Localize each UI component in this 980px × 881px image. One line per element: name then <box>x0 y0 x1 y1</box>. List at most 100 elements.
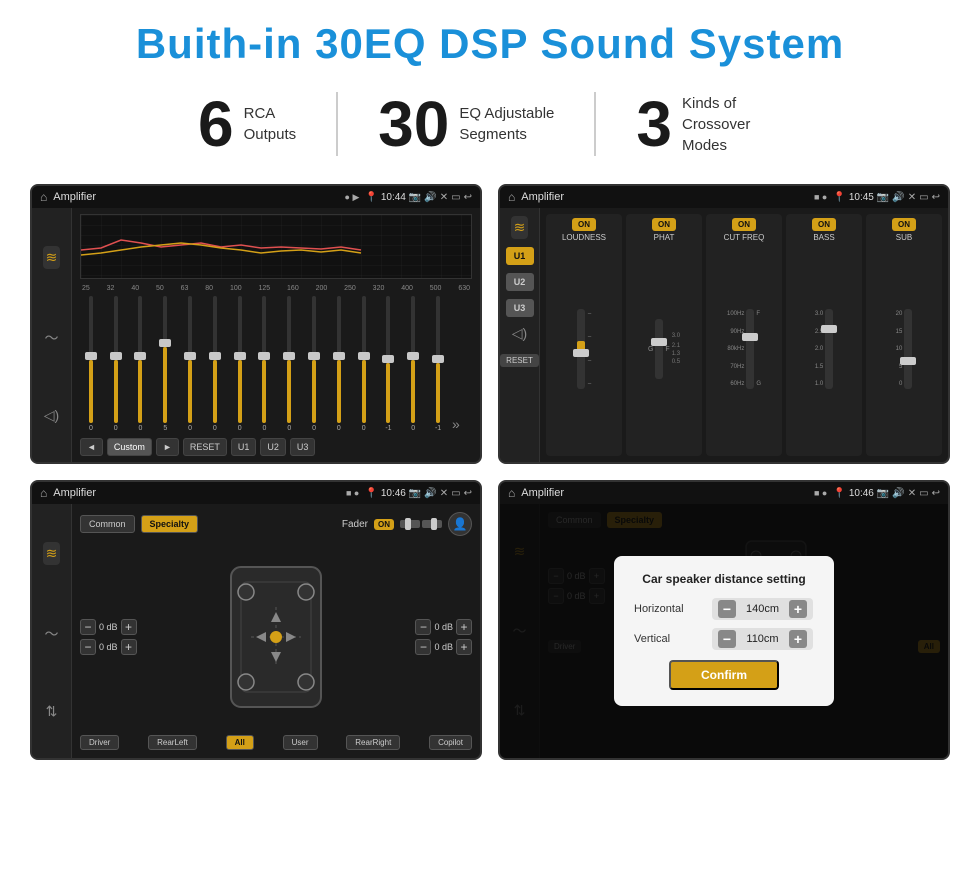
bass-on-btn[interactable]: ON <box>812 218 836 231</box>
eq-slider-8: 0 <box>254 296 276 432</box>
cutfreq-label: CUT FREQ <box>724 233 765 242</box>
vertical-stepper: − 110cm + <box>712 628 813 650</box>
stat-eq: 30 EQ Adjustable Segments <box>338 92 596 156</box>
phat-label: PHAT <box>654 233 675 242</box>
eq-sidebar-wave-icon[interactable]: 〜 <box>45 328 59 348</box>
dialog-status-bar: ⌂ Amplifier ■ ● 📍 10:46 📷 🔊 ✕ ▭ ↩ <box>500 482 948 504</box>
phat-on-btn[interactable]: ON <box>652 218 676 231</box>
rearleft-btn[interactable]: RearLeft <box>148 735 197 750</box>
fader-back-icon: ↩ <box>464 488 472 499</box>
eq-reset-btn[interactable]: RESET <box>183 438 227 456</box>
page-container: Buith-in 30EQ DSP Sound System 6 RCA Out… <box>0 0 980 780</box>
eq-slider-4: 5 <box>154 296 176 432</box>
eq-u3-btn[interactable]: U3 <box>290 438 316 456</box>
user-btn[interactable]: User <box>283 735 318 750</box>
fader-camera-icon: 📷 <box>409 488 421 499</box>
vol-plus-4[interactable]: + <box>456 639 472 655</box>
sub-on-btn[interactable]: ON <box>892 218 916 231</box>
vol-control-3: − 0 dB + <box>415 619 472 635</box>
vol-value-2: 0 dB <box>99 642 118 652</box>
vol-minus-4[interactable]: − <box>415 639 431 655</box>
stat-rca: 6 RCA Outputs <box>158 92 338 156</box>
fader-on-badge[interactable]: ON <box>374 519 394 530</box>
fader-left-controls: − 0 dB + − 0 dB + <box>80 544 137 729</box>
fader-wave-icon[interactable]: 〜 <box>45 624 59 644</box>
horizontal-label: Horizontal <box>634 603 704 615</box>
dialog-overlay: Car speaker distance setting Horizontal … <box>500 504 948 758</box>
crossover-reset-btn[interactable]: RESET <box>500 354 539 367</box>
page-title: Buith-in 30EQ DSP Sound System <box>30 20 950 68</box>
fader-home-icon: ⌂ <box>40 486 47 500</box>
fader-content: ≋ 〜 ⇅ Common Specialty Fader ON <box>32 504 480 758</box>
vol-control-4: − 0 dB + <box>415 639 472 655</box>
eq-u1-btn[interactable]: U1 <box>231 438 257 456</box>
loudness-label: LOUDNESS <box>562 233 606 242</box>
vol-plus-3[interactable]: + <box>456 619 472 635</box>
all-btn[interactable]: All <box>226 735 254 750</box>
screenshots-grid: ⌂ Amplifier ● ▶ 📍 10:44 📷 🔊 ✕ ▭ ↩ ≋ 〜 ◁) <box>30 184 950 760</box>
eq-slider-7: 0 <box>229 296 251 432</box>
stats-row: 6 RCA Outputs 30 EQ Adjustable Segments … <box>30 92 950 156</box>
fader-app-title: Amplifier <box>53 487 340 499</box>
eq-u2-btn[interactable]: U2 <box>260 438 286 456</box>
eq-sidebar: ≋ 〜 ◁) <box>32 208 72 462</box>
eq-expand-btn[interactable]: » <box>452 416 472 432</box>
crossover-u3-btn[interactable]: U3 <box>506 299 534 317</box>
rearright-btn[interactable]: RearRight <box>346 735 400 750</box>
fader-diagram-area: − 0 dB + − 0 dB + <box>80 544 472 729</box>
fader-arrows-icon[interactable]: ⇅ <box>46 703 58 720</box>
crossover-eq-icon[interactable]: ≋ <box>511 216 529 239</box>
vol-plus-2[interactable]: + <box>121 639 137 655</box>
vol-value-1: 0 dB <box>99 622 118 632</box>
vertical-value: 110cm <box>740 633 785 645</box>
fader-settings-btn[interactable]: 👤 <box>448 512 472 536</box>
eq-sidebar-speaker-icon[interactable]: ◁) <box>44 407 59 424</box>
vertical-minus-btn[interactable]: − <box>718 630 736 648</box>
eq-slider-11: 0 <box>328 296 350 432</box>
fader-time: 10:46 <box>381 488 406 499</box>
crossover-status-icons: 📍 10:45 📷 🔊 ✕ ▭ ↩ <box>833 192 940 203</box>
vol-minus-1[interactable]: − <box>80 619 96 635</box>
dialog-back-icon: ↩ <box>932 488 940 499</box>
crossover-content: ≋ U1 U2 U3 ◁) RESET ON LOUDNESS <box>500 208 948 462</box>
fader-specialty-tab[interactable]: Specialty <box>141 515 199 533</box>
eq-slider-10: 0 <box>303 296 325 432</box>
vol-minus-3[interactable]: − <box>415 619 431 635</box>
crossover-u2-btn[interactable]: U2 <box>506 273 534 291</box>
driver-btn[interactable]: Driver <box>80 735 119 750</box>
crossover-u1-btn[interactable]: U1 <box>506 247 534 265</box>
horizontal-plus-btn[interactable]: + <box>789 600 807 618</box>
fader-eq-icon[interactable]: ≋ <box>43 542 61 565</box>
dialog-home-icon: ⌂ <box>508 486 515 500</box>
cutfreq-on-btn[interactable]: ON <box>732 218 756 231</box>
eq-next-btn[interactable]: ► <box>156 438 179 456</box>
eq-freq-labels: 253240506380100125160200250320400500630 <box>80 285 472 292</box>
eq-x-icon: ✕ <box>440 192 448 203</box>
crossover-dot-icons: ■ ● <box>814 192 827 202</box>
bass-label: BASS <box>813 233 834 242</box>
fader-common-tab[interactable]: Common <box>80 515 135 533</box>
dialog-screen: ⌂ Amplifier ■ ● 📍 10:46 📷 🔊 ✕ ▭ ↩ ≋ 〜 <box>498 480 950 760</box>
vertical-plus-btn[interactable]: + <box>789 630 807 648</box>
crossover-channel-sub: ON SUB 20151050 <box>866 214 942 456</box>
horizontal-minus-btn[interactable]: − <box>718 600 736 618</box>
crossover-main: ON LOUDNESS –––– <box>540 208 948 462</box>
crossover-channel-cutfreq: ON CUT FREQ 100Hz90Hz80kHz70Hz60Hz FG <box>706 214 782 456</box>
confirm-button[interactable]: Confirm <box>669 660 779 690</box>
fader-car-area <box>145 544 408 729</box>
stat-crossover: 3 Kinds of Crossover Modes <box>596 92 822 156</box>
crossover-speaker-icon[interactable]: ◁) <box>512 325 527 342</box>
horizontal-stepper: − 140cm + <box>712 598 813 620</box>
eq-prev-btn[interactable]: ◄ <box>80 438 103 456</box>
crossover-status-bar: ⌂ Amplifier ■ ● 📍 10:45 📷 🔊 ✕ ▭ ↩ <box>500 186 948 208</box>
copilot-btn[interactable]: Copilot <box>429 735 472 750</box>
vol-plus-1[interactable]: + <box>121 619 137 635</box>
eq-sidebar-eq-icon[interactable]: ≋ <box>43 246 61 269</box>
eq-custom-btn[interactable]: Custom <box>107 438 152 456</box>
eq-graph <box>80 214 472 279</box>
loudness-on-btn[interactable]: ON <box>572 218 596 231</box>
vol-minus-2[interactable]: − <box>80 639 96 655</box>
eq-volume-icon: 🔊 <box>424 192 436 203</box>
crossover-volume-icon: 🔊 <box>892 192 904 203</box>
eq-slider-9: 0 <box>278 296 300 432</box>
